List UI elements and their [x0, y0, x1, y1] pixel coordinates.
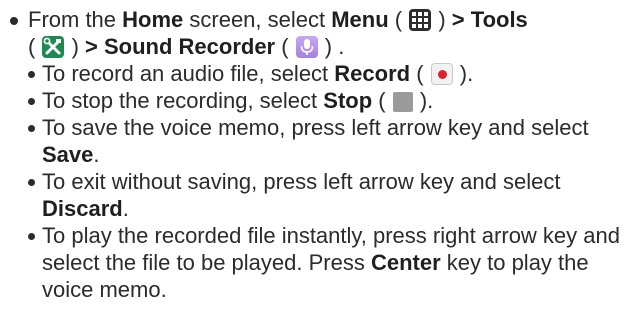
stop-label: Stop	[323, 88, 373, 113]
record-label: Record	[334, 61, 411, 86]
sub-instruction-list: To record an audio file, select Record (…	[28, 60, 631, 303]
text-segment: (	[410, 61, 430, 86]
sound-recorder-label: > Sound Recorder	[85, 34, 276, 59]
microphone-icon	[295, 36, 318, 58]
text-segment: )	[432, 7, 452, 32]
text-segment: .	[93, 142, 100, 167]
discard-label: Discard	[42, 196, 123, 221]
list-item: To save the voice memo, press left arrow…	[0, 114, 631, 168]
text-segment: To stop the recording, select	[42, 88, 324, 113]
grid-menu-icon	[409, 9, 432, 31]
save-label: Save	[42, 142, 94, 167]
bullet	[28, 98, 35, 105]
stop-icon	[392, 92, 413, 112]
text-segment: .	[122, 196, 129, 221]
text-segment: From the	[28, 7, 123, 32]
center-label: Center	[370, 250, 441, 275]
list-item: To record an audio file, select Record (…	[0, 60, 631, 87]
text-segment: ).	[453, 61, 474, 86]
bullet	[28, 71, 35, 78]
instruction-main-item: From the Home screen, select Menu ( ) > …	[0, 0, 631, 303]
text-segment: To record an audio file, select	[42, 61, 335, 86]
text-segment: (	[275, 34, 295, 59]
text-segment: )	[65, 34, 86, 59]
home-label: Home	[122, 7, 184, 32]
bullet	[28, 179, 35, 186]
text-segment: screen, select	[183, 7, 332, 32]
text-segment: (	[372, 88, 392, 113]
bullet	[28, 125, 35, 132]
text-segment: To save the voice memo, press left arrow…	[42, 115, 589, 140]
bullet	[10, 17, 18, 25]
text-segment: (	[28, 34, 42, 59]
record-icon	[430, 63, 453, 85]
menu-label: Menu	[331, 7, 389, 32]
text-segment: (	[388, 7, 409, 32]
list-item: To play the recorded file instantly, pre…	[0, 222, 631, 303]
bullet	[28, 233, 35, 240]
text-segment: To exit without saving, press left arrow…	[42, 169, 561, 194]
text-segment: ) .	[318, 34, 345, 59]
list-item: To exit without saving, press left arrow…	[0, 168, 631, 222]
tools-label: > Tools	[451, 7, 528, 32]
text-segment: ).	[413, 88, 434, 113]
list-item: To stop the recording, select Stop ( ).	[0, 87, 631, 114]
instruction-list: From the Home screen, select Menu ( ) > …	[0, 0, 631, 330]
tools-icon	[42, 36, 65, 58]
